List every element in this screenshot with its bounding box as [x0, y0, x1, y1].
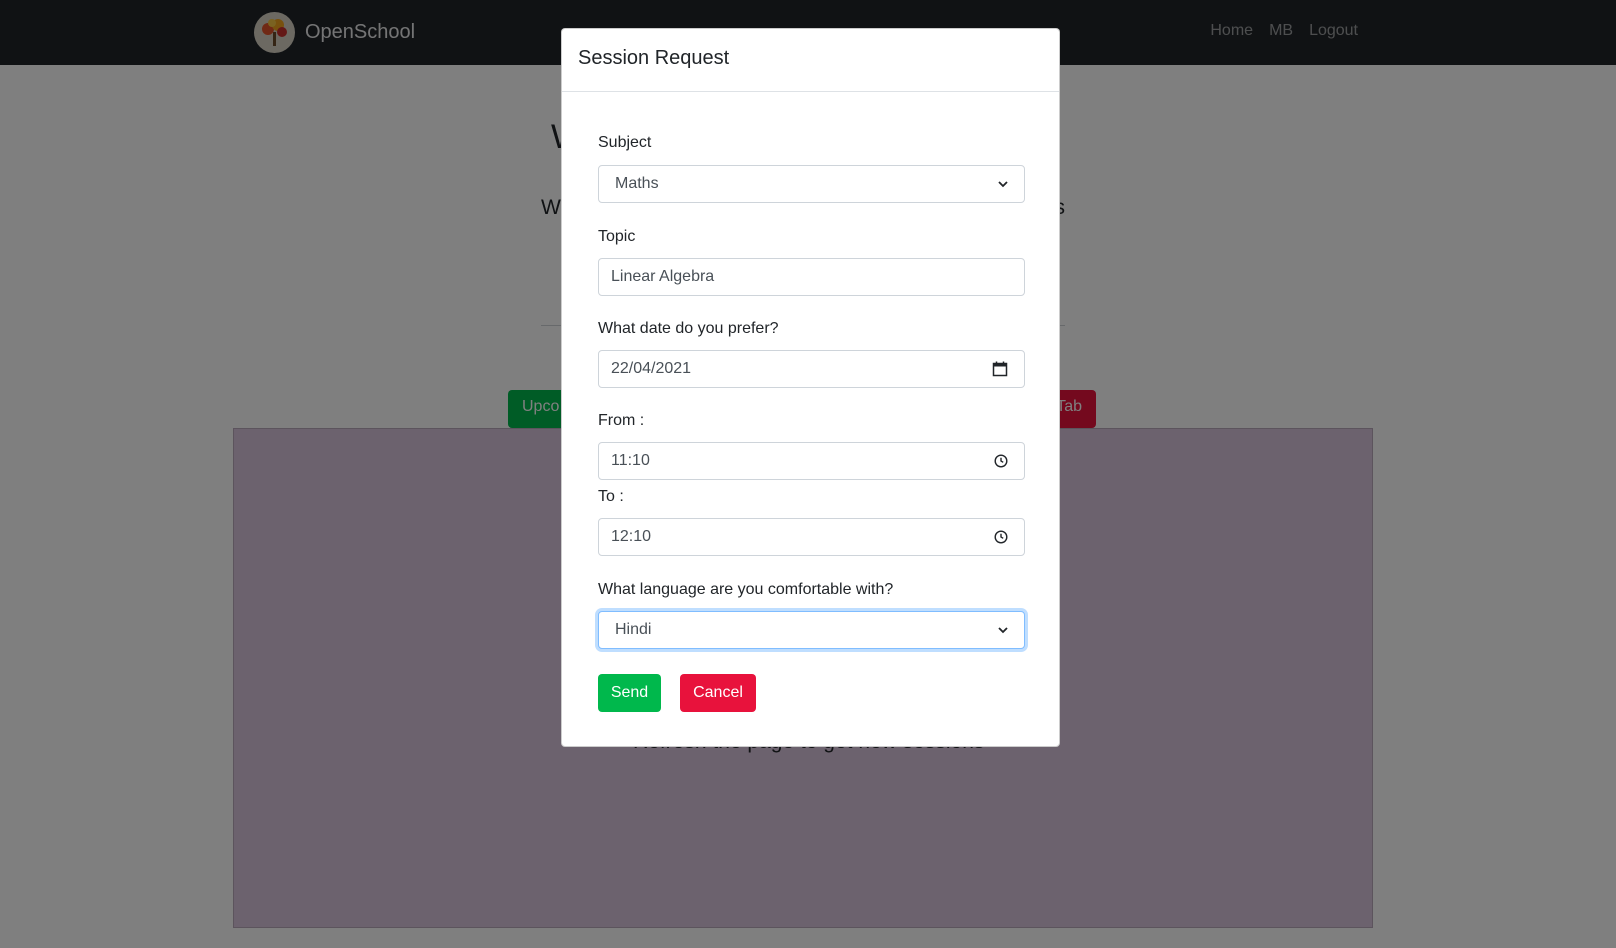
to-time-input[interactable]: 12:10 — [598, 518, 1025, 556]
clock-icon[interactable] — [994, 530, 1008, 544]
send-button[interactable]: Send — [598, 674, 661, 712]
date-value: 22/04/2021 — [611, 360, 692, 377]
session-request-modal: Session Request Subject Maths Topic Line… — [561, 28, 1060, 747]
date-label: What date do you prefer? — [598, 320, 779, 337]
subject-label: Subject — [598, 134, 652, 151]
language-label: What language are you comfortable with? — [598, 581, 894, 598]
date-input[interactable]: 22/04/2021 — [598, 350, 1025, 388]
topic-value: Linear Algebra — [611, 268, 715, 285]
to-value: 12:10 — [611, 528, 652, 545]
subject-select[interactable]: Maths — [598, 165, 1025, 203]
to-label: To : — [598, 488, 624, 505]
from-value: 11:10 — [611, 452, 650, 469]
from-time-input[interactable]: 11:10 — [598, 442, 1025, 480]
modal-header: Session Request — [562, 29, 1059, 92]
language-select[interactable]: Hindi — [598, 611, 1025, 649]
topic-label: Topic — [598, 228, 636, 245]
clock-icon[interactable] — [994, 454, 1008, 468]
language-value: Hindi — [615, 621, 652, 638]
cancel-button[interactable]: Cancel — [680, 674, 756, 712]
chevron-down-icon — [998, 626, 1008, 634]
topic-input[interactable]: Linear Algebra — [598, 258, 1025, 296]
chevron-down-icon — [998, 180, 1008, 188]
from-label: From : — [598, 412, 645, 429]
calendar-icon[interactable] — [992, 361, 1008, 377]
subject-value: Maths — [615, 175, 659, 192]
modal-title: Session Request — [578, 47, 730, 69]
